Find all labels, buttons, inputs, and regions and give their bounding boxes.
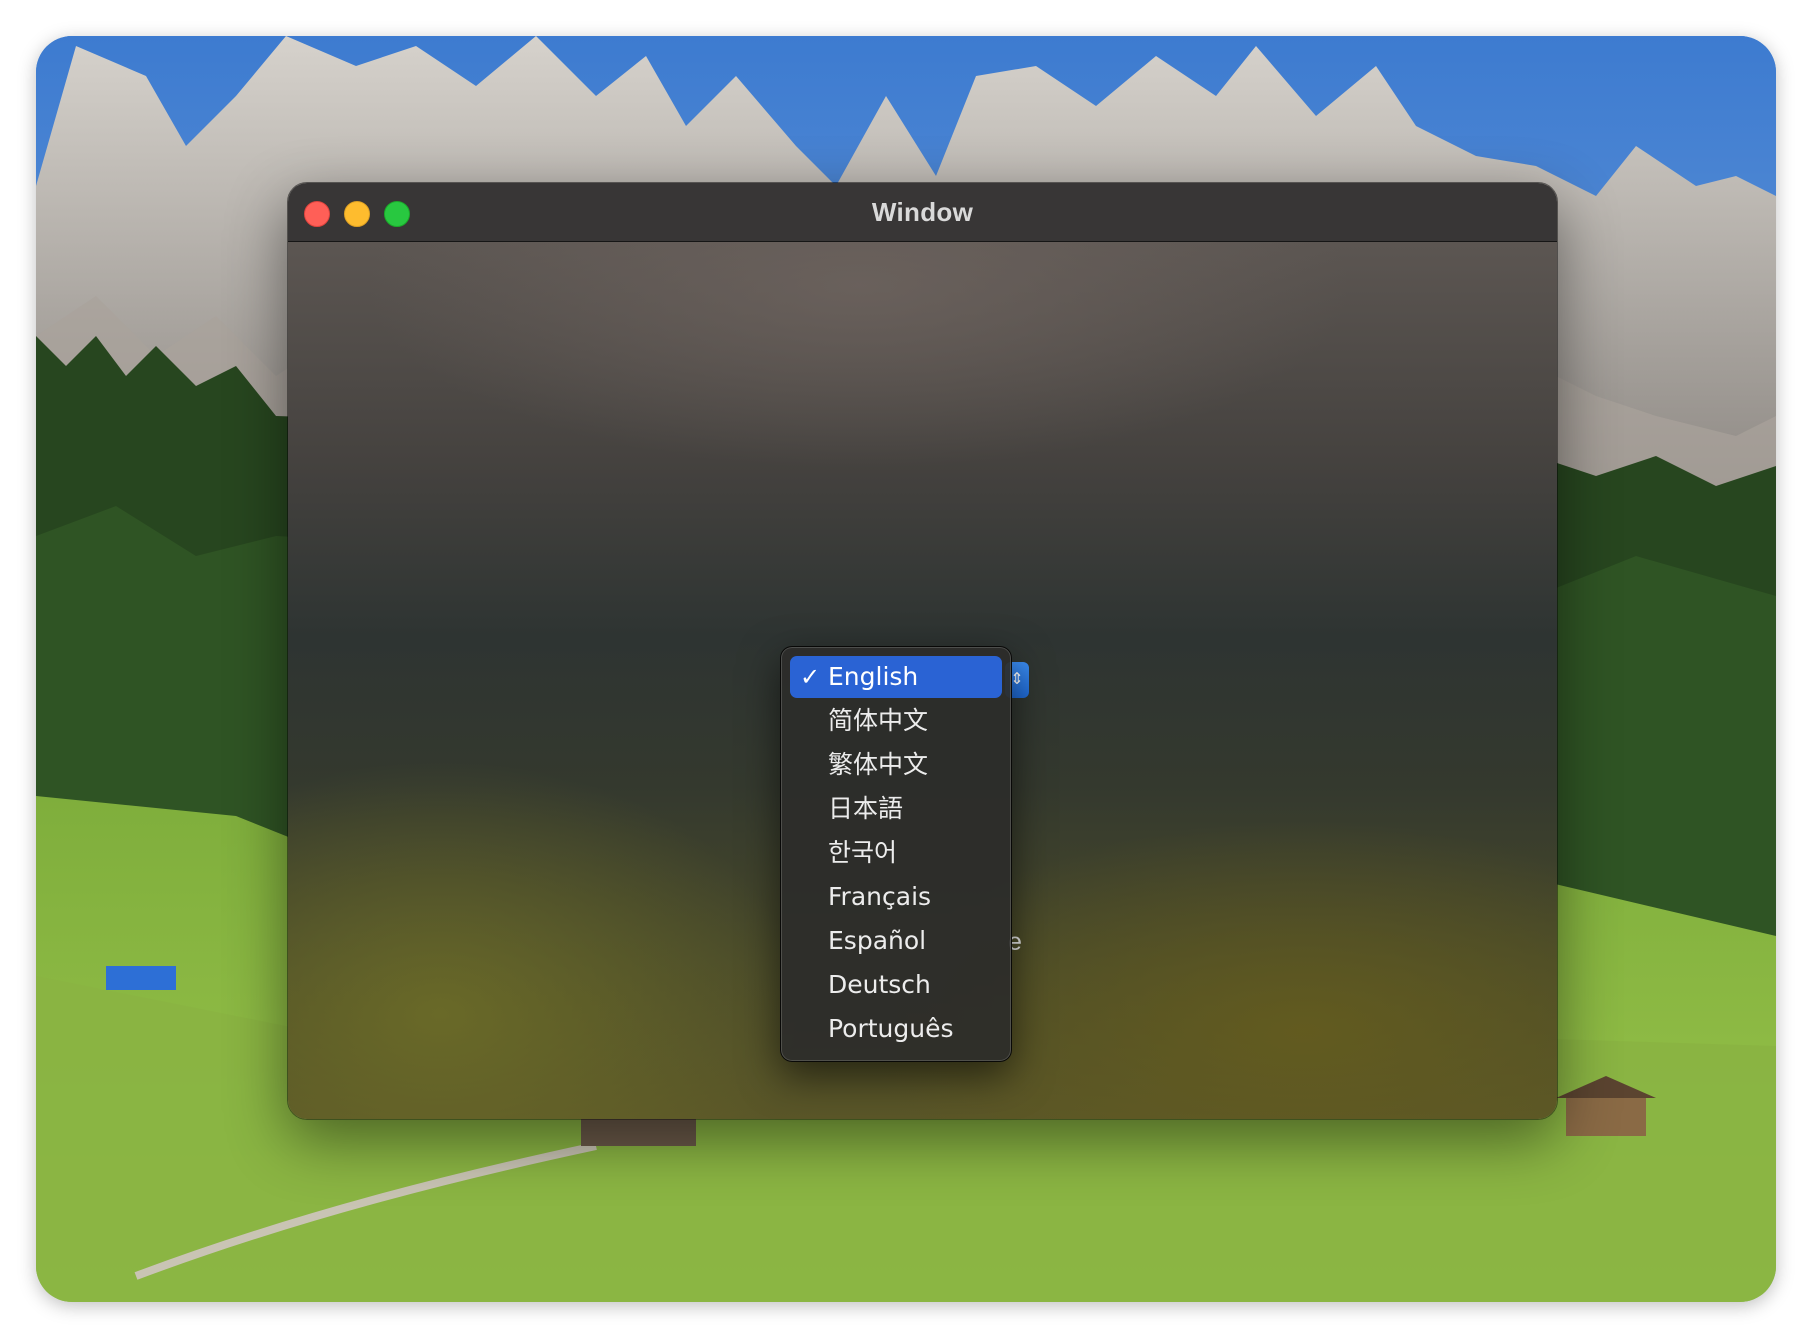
checkmark-icon: ✓	[800, 663, 821, 691]
language-dropdown-menu: ✓ English 简体中文 繁体中文 日本語 한국어 Français Esp…	[780, 646, 1012, 1062]
menu-item-portuguese[interactable]: Português	[790, 1008, 1002, 1050]
menu-item-label: 한국어	[828, 838, 898, 867]
menu-item-label: 繁体中文	[828, 750, 929, 779]
menu-item-label: Deutsch	[828, 970, 931, 999]
menu-item-french[interactable]: Français	[790, 876, 1002, 918]
menu-item-label: Français	[828, 882, 932, 911]
menu-item-label: 日本語	[828, 794, 904, 823]
menu-item-spanish[interactable]: Español	[790, 920, 1002, 962]
menu-item-label: Português	[828, 1014, 954, 1043]
menu-item-label: 简体中文	[828, 706, 929, 735]
menu-item-english[interactable]: ✓ English	[790, 656, 1002, 698]
menu-item-traditional-chinese[interactable]: 繁体中文	[790, 744, 1002, 786]
menu-item-label: Español	[828, 926, 927, 955]
window-title: Window	[871, 197, 974, 227]
menu-item-simplified-chinese[interactable]: 简体中文	[790, 700, 1002, 742]
menu-item-japanese[interactable]: 日本語	[790, 788, 1002, 830]
menu-item-label: English	[828, 662, 919, 691]
menu-item-german[interactable]: Deutsch	[790, 964, 1002, 1006]
menu-item-korean[interactable]: 한국어	[790, 832, 1002, 874]
title-bar[interactable]: Window	[288, 183, 1557, 242]
